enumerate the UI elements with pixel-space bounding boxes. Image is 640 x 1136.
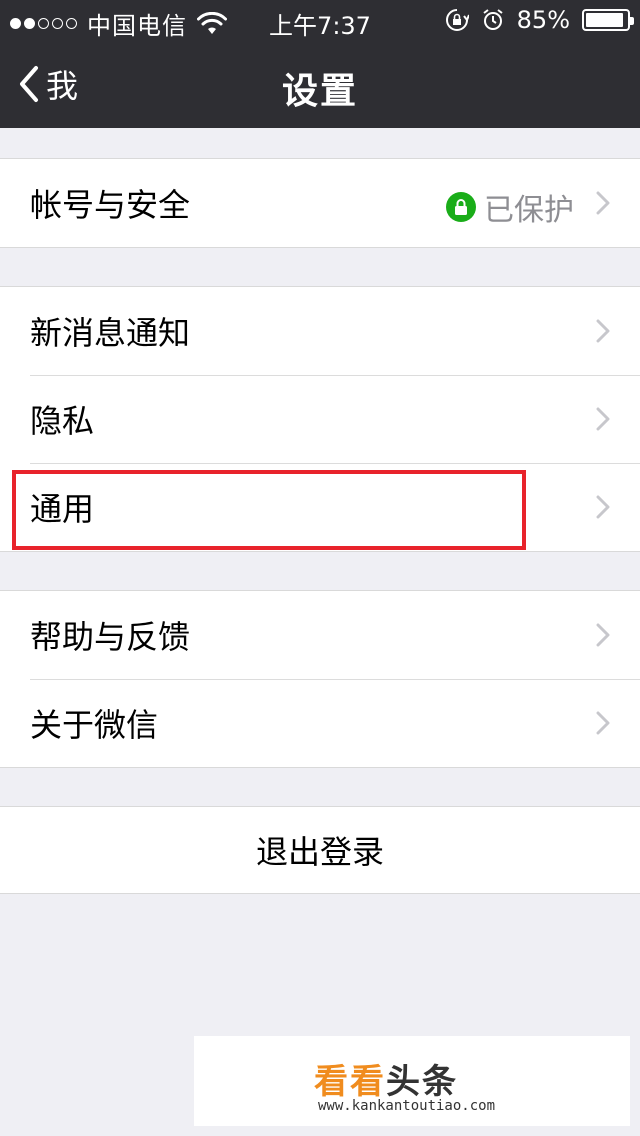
help-feedback-label: 帮助与反馈 bbox=[30, 618, 191, 656]
rotation-lock-icon bbox=[445, 9, 469, 31]
chevron-right-icon bbox=[596, 711, 610, 735]
lock-icon bbox=[446, 192, 476, 222]
logout-label: 退出登录 bbox=[255, 833, 384, 871]
watermark-url: www.kankantoutiao.com bbox=[318, 1098, 496, 1114]
account-security-item[interactable]: 帐号与安全 已保护 bbox=[0, 159, 640, 247]
alarm-icon bbox=[483, 9, 503, 30]
privacy-label: 隐私 bbox=[30, 402, 95, 440]
battery-icon bbox=[582, 9, 634, 31]
new-message-notification-label: 新消息通知 bbox=[30, 314, 191, 352]
protection-status: 已保护 bbox=[446, 185, 574, 229]
chevron-right-icon bbox=[596, 319, 610, 343]
chevron-right-icon bbox=[596, 191, 610, 215]
page-title: 设置 bbox=[281, 71, 358, 112]
status-right: 85% bbox=[445, 6, 634, 34]
general-label: 通用 bbox=[30, 490, 95, 528]
chevron-right-icon bbox=[596, 407, 610, 431]
privacy-item[interactable]: 隐私 bbox=[0, 375, 640, 463]
settings-group: 新消息通知 隐私 通用 bbox=[0, 286, 640, 552]
chevron-right-icon bbox=[596, 623, 610, 647]
chevron-right-icon bbox=[596, 495, 610, 519]
battery-percent: 85% bbox=[516, 6, 570, 34]
watermark-text-secondary: 头条 bbox=[386, 1062, 458, 1102]
watermark-text-primary: 看看 bbox=[314, 1062, 386, 1102]
watermark-logo: 看看头条 bbox=[314, 1054, 458, 1103]
general-item[interactable]: 通用 bbox=[0, 463, 640, 551]
about-wechat-label: 关于微信 bbox=[30, 706, 159, 744]
status-bar: 中国电信 上午7:37 85% bbox=[0, 0, 640, 40]
logout-button[interactable]: 退出登录 bbox=[0, 806, 640, 894]
new-message-notification-item[interactable]: 新消息通知 bbox=[0, 287, 640, 375]
about-wechat-item[interactable]: 关于微信 bbox=[0, 679, 640, 767]
account-security-label: 帐号与安全 bbox=[30, 186, 191, 224]
navigation-bar: 我 设置 bbox=[0, 40, 640, 128]
protection-status-text: 已保护 bbox=[484, 193, 574, 228]
help-feedback-item[interactable]: 帮助与反馈 bbox=[0, 591, 640, 679]
header: 中国电信 上午7:37 85% 我 设置 bbox=[0, 0, 640, 128]
about-group: 帮助与反馈 关于微信 bbox=[0, 590, 640, 768]
battery-fill bbox=[586, 13, 624, 27]
watermark: 看看头条 www.kankantoutiao.com bbox=[194, 1036, 630, 1126]
account-group: 帐号与安全 已保护 bbox=[0, 158, 640, 248]
